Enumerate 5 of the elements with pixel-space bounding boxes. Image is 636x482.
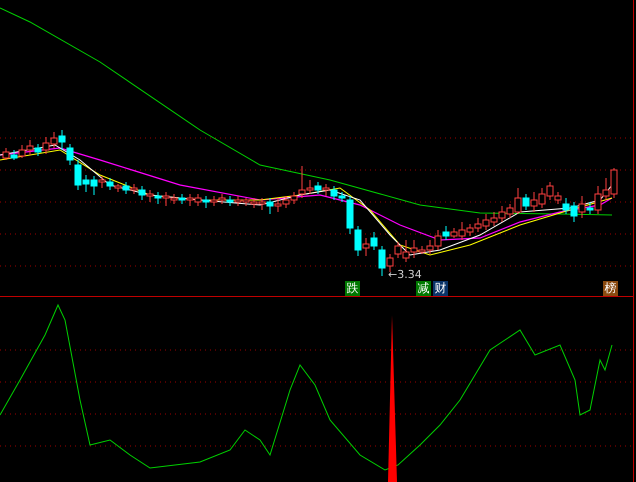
signal-badge: 榜 (603, 281, 618, 296)
low-price-label: ←3.34 (388, 269, 422, 280)
signal-badge: 跌 (345, 281, 360, 296)
signal-badge: 减 (416, 281, 431, 296)
signal-badge: 财 (433, 281, 448, 296)
